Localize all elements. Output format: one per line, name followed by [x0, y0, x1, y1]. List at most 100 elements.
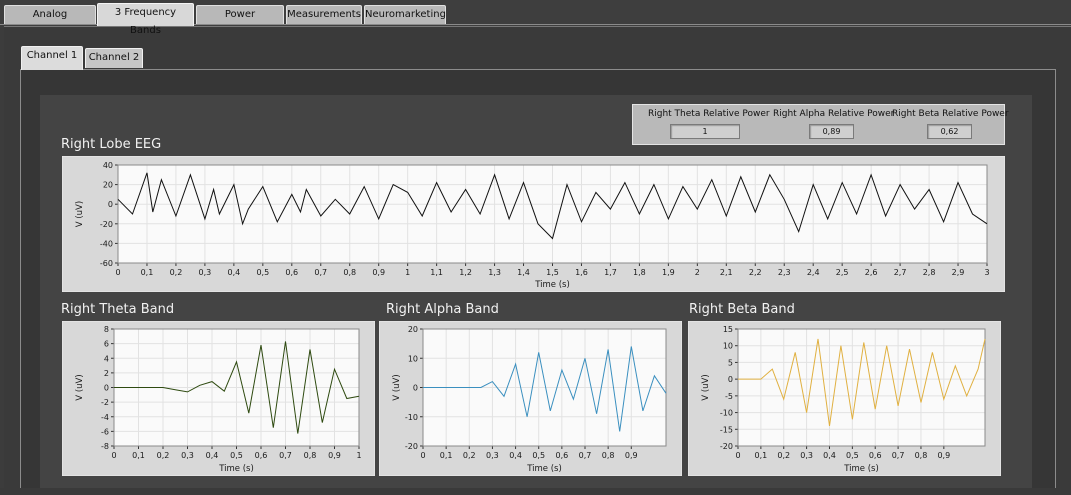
x-tick-label: 1,6 [575, 268, 588, 277]
x-tick-label: 0 [111, 451, 116, 460]
x-tick-label: 1,3 [488, 268, 501, 277]
x-tick-label: 2,4 [807, 268, 820, 277]
x-tick-label: 1,1 [430, 268, 443, 277]
x-tick-label: 0 [735, 451, 740, 460]
tab-analog-processing[interactable]: Analog Processing [4, 5, 96, 38]
y-tick-label: 10 [408, 354, 418, 363]
x-tick-label: 2 [695, 268, 700, 277]
x-tick-label: 0,5 [532, 451, 545, 460]
y-tick-label: -6 [101, 427, 109, 436]
y-tick-label: -20 [405, 442, 418, 451]
x-tick-label: 1 [356, 451, 361, 460]
relative-power-panel: Right Theta Relative Power 1 Right Alpha… [632, 104, 1009, 145]
x-tick-label: 0,1 [440, 451, 453, 460]
x-axis-label: Time (s) [526, 464, 562, 474]
x-tick-label: 0,9 [937, 451, 950, 460]
y-tick-label: 2 [104, 369, 109, 378]
x-axis-label: Time (s) [843, 464, 879, 474]
x-tick-label: 2,3 [778, 268, 791, 277]
y-tick-label: -20 [720, 442, 733, 451]
y-tick-label: 0 [728, 375, 733, 384]
beta-power-label: Right Beta Relative Power [892, 109, 1009, 119]
x-tick-label: 0 [115, 268, 120, 277]
x-tick-label: 0,4 [823, 451, 836, 460]
x-tick-label: 0,3 [181, 451, 194, 460]
y-tick-label: 6 [104, 340, 109, 349]
x-tick-label: 2,8 [923, 268, 936, 277]
x-tick-label: 0,5 [230, 451, 243, 460]
x-tick-label: 0,7 [892, 451, 905, 460]
y-tick-label: 0 [104, 384, 109, 393]
x-tick-label: 0,4 [227, 268, 240, 277]
y-axis-label: V (uV) [701, 374, 711, 400]
y-tick-label: -10 [405, 413, 418, 422]
x-tick-label: 0,8 [602, 451, 615, 460]
x-tick-label: 0,2 [777, 451, 790, 460]
x-tick-label: 0 [420, 451, 425, 460]
y-tick-label: 5 [728, 358, 733, 367]
x-tick-label: 2,2 [749, 268, 762, 277]
x-tick-label: 0,9 [372, 268, 385, 277]
y-axis-label: V (uV) [75, 374, 85, 400]
x-tick-label: 0,1 [132, 451, 145, 460]
y-tick-label: 40 [103, 161, 113, 170]
x-tick-label: 0,3 [800, 451, 813, 460]
y-axis-label: V (uV) [392, 374, 402, 400]
x-axis-label: Time (s) [534, 280, 570, 290]
x-tick-label: 0,9 [328, 451, 341, 460]
main-tab-bar: Analog Processing 3 Frequency Bands Powe… [0, 0, 1071, 38]
tab-neuromarketing[interactable]: Neuromarketing [364, 5, 446, 25]
x-tick-label: 1,7 [604, 268, 617, 277]
x-tick-label: 0,7 [279, 451, 292, 460]
y-tick-label: -20 [100, 220, 113, 229]
alpha-chart-title: Right Alpha Band [386, 302, 499, 317]
beta-power-value: 0,62 [927, 124, 972, 139]
x-tick-label: 1,5 [546, 268, 559, 277]
y-tick-label: 20 [103, 181, 113, 190]
tab-power-spectrums[interactable]: Power Spectrums [196, 5, 284, 38]
beta-chart: 0 0,1 0,2 0,3 0,4 0,5 0,6 0,7 0,8 0,9 15 10 5 0 -5 -10 -… [688, 321, 1001, 476]
y-tick-label: 8 [104, 325, 109, 334]
theta-chart: 0 0,1 0,2 0,3 0,4 0,5 0,6 0,7 0,8 0,9 1 8 6 4 2 0 -2 -4 -6… [62, 321, 375, 476]
x-tick-label: 0,8 [343, 268, 356, 277]
x-tick-label: 0,2 [157, 451, 170, 460]
x-tick-label: 0,6 [555, 451, 568, 460]
y-tick-label: 15 [723, 325, 733, 334]
y-tick-label: 0 [108, 200, 113, 209]
y-tick-label: -8 [101, 442, 109, 451]
x-tick-label: 0,7 [579, 451, 592, 460]
x-tick-label: 0,4 [509, 451, 522, 460]
x-tick-label: 0,8 [304, 451, 317, 460]
x-tick-label: 0,4 [206, 451, 219, 460]
x-tick-label: 1,9 [662, 268, 675, 277]
y-tick-label: -15 [720, 425, 733, 434]
x-tick-label: 0,5 [256, 268, 269, 277]
x-tick-label: 0,1 [755, 451, 768, 460]
alpha-power-value: 0,89 [809, 124, 854, 139]
x-tick-label: 1,8 [633, 268, 646, 277]
tab-3-frequency-bands[interactable]: 3 Frequency Bands [97, 3, 194, 36]
x-tick-label: 2,1 [720, 268, 733, 277]
theta-power-label: Right Theta Relative Power [648, 109, 770, 119]
x-tick-label: 0,3 [486, 451, 499, 460]
x-tick-label: 3 [984, 268, 989, 277]
y-tick-label: 20 [408, 325, 418, 334]
tab-measurements[interactable]: Measurements [286, 5, 362, 25]
y-tick-label: -10 [720, 409, 733, 418]
x-tick-label: 0,2 [463, 451, 476, 460]
tab-channel-1[interactable]: Channel 1 [21, 46, 83, 70]
y-tick-label: 0 [413, 384, 418, 393]
eeg-chart-title: Right Lobe EEG [61, 137, 162, 152]
alpha-power-label: Right Alpha Relative Power [773, 109, 895, 119]
y-tick-label: -2 [101, 398, 109, 407]
y-axis-label: V (uV) [75, 201, 85, 227]
x-tick-label: 0,6 [255, 451, 268, 460]
alpha-chart: 0 0,1 0,2 0,3 0,4 0,5 0,6 0,7 0,8 0,9 20 10 0 -10 -20 T… [379, 321, 682, 476]
x-tick-label: 0,5 [846, 451, 859, 460]
x-tick-label: 2,7 [894, 268, 907, 277]
x-tick-label: 1,4 [517, 268, 530, 277]
y-tick-label: 4 [104, 354, 109, 363]
x-tick-label: 0,8 [915, 451, 928, 460]
x-tick-label: 0,3 [199, 268, 212, 277]
tab-channel-2[interactable]: Channel 2 [85, 48, 143, 68]
